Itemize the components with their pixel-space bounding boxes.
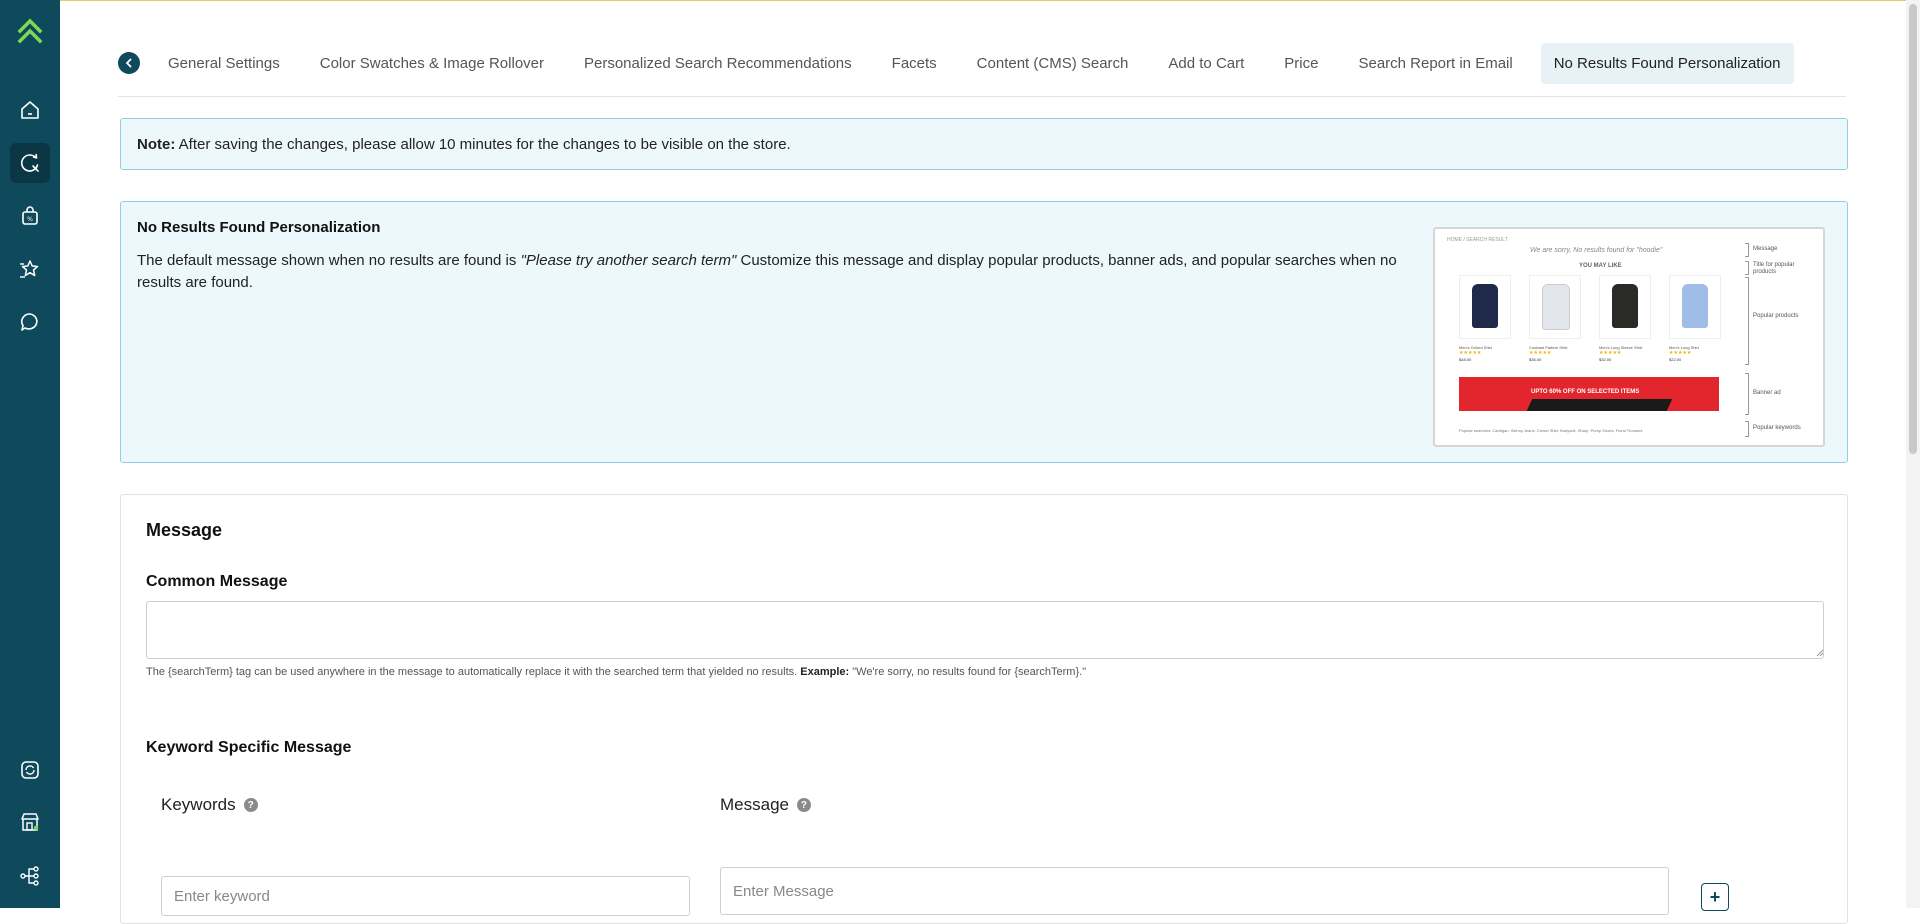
message-column-label: Message ? xyxy=(720,795,811,815)
page-scrollbar[interactable] xyxy=(1906,0,1920,908)
preview-product-stars: ★★★★★ xyxy=(1669,350,1692,356)
info-title: No Results Found Personalization xyxy=(137,219,381,236)
info-desc-default-message: "Please try another search term" xyxy=(520,252,737,269)
sidebar-item-store[interactable] xyxy=(10,802,50,842)
tab-color-swatches[interactable]: Color Swatches & Image Rollover xyxy=(308,45,556,82)
preview-banner-ad: UPTO 60% OFF ON SELECTED ITEMS xyxy=(1459,377,1719,411)
preview-product-price: $48.00 xyxy=(1459,357,1472,362)
chat-bubble-icon xyxy=(20,313,38,331)
sidebar-item-sync[interactable] xyxy=(10,750,50,790)
shirt-image xyxy=(1472,284,1498,328)
keywords-column-label: Keywords ? xyxy=(161,795,258,815)
sidebar-item-home[interactable] xyxy=(10,90,50,130)
sidebar-item-star[interactable] xyxy=(10,249,50,289)
preview-banner-text: UPTO 60% OFF ON SELECTED ITEMS xyxy=(1531,389,1640,395)
help-example: "We're sorry, no results found for {sear… xyxy=(849,666,1087,678)
preview-bracket xyxy=(1745,261,1749,275)
app-logo-icon[interactable] xyxy=(13,14,47,48)
preview-product-stars: ★★★★★ xyxy=(1529,350,1552,356)
scrollbar-thumb[interactable] xyxy=(1909,4,1917,454)
preview-bracket xyxy=(1745,277,1749,365)
shirt-image xyxy=(1612,284,1638,328)
preview-breadcrumb: HOME / SEARCH RESULT xyxy=(1447,237,1508,243)
top-accent-line xyxy=(0,0,1920,1)
store-icon xyxy=(21,813,39,831)
message-heading: Message xyxy=(146,520,223,540)
message-card: Message Common Message The {searchTerm} … xyxy=(120,494,1848,924)
shopping-bag-icon: % xyxy=(22,206,38,225)
help-example-label: Example: xyxy=(800,666,850,678)
preview-bracket xyxy=(1745,373,1749,415)
tabs-divider xyxy=(118,96,1846,97)
preview-popular-searches: Popular searches: Cardigan, Skinny Jeans… xyxy=(1459,428,1643,433)
preview-product xyxy=(1599,275,1651,339)
preview-product xyxy=(1459,275,1511,339)
chevron-left-icon xyxy=(125,58,132,68)
sidebar-item-bag[interactable]: % xyxy=(10,196,50,236)
keyword-input[interactable] xyxy=(161,876,690,916)
preview-label-message: Message xyxy=(1753,246,1778,252)
preview-label-products: Popular products xyxy=(1753,313,1799,319)
info-description: The default message shown when no result… xyxy=(137,250,1397,294)
home-icon xyxy=(21,101,39,119)
tab-personalized-search[interactable]: Personalized Search Recommendations xyxy=(572,45,864,82)
help-icon[interactable]: ? xyxy=(796,798,811,812)
tab-add-to-cart[interactable]: Add to Cart xyxy=(1156,45,1256,82)
search-refresh-icon xyxy=(20,153,39,172)
preview-label-keywords: Popular keywords xyxy=(1753,425,1801,431)
tab-facets[interactable]: Facets xyxy=(880,45,949,82)
preview-product xyxy=(1529,275,1581,339)
message-label-text: Message xyxy=(720,795,789,814)
tab-general-settings[interactable]: General Settings xyxy=(156,45,292,82)
settings-tabs: General Settings Color Swatches & Image … xyxy=(118,42,1846,84)
note-label: Note: xyxy=(137,136,176,153)
preview-image: HOME / SEARCH RESULT We are sorry, No re… xyxy=(1433,227,1825,447)
preview-bracket xyxy=(1745,243,1749,257)
help-text: The {searchTerm} tag can be used anywher… xyxy=(146,666,801,678)
info-panel: No Results Found Personalization The def… xyxy=(120,201,1848,463)
preview-label-banner: Banner ad xyxy=(1753,390,1781,396)
keywords-label-text: Keywords xyxy=(161,795,236,814)
preview-product-price: $22.00 xyxy=(1669,357,1682,362)
note-text: After saving the changes, please allow 1… xyxy=(175,136,791,153)
sidebar-item-hierarchy[interactable] xyxy=(10,856,50,896)
shirt-image xyxy=(1542,284,1570,330)
common-message-textarea[interactable] xyxy=(146,601,1824,659)
star-list-icon xyxy=(20,260,39,278)
preview-product xyxy=(1669,275,1721,339)
shirt-image xyxy=(1682,284,1708,328)
tab-search-report-email[interactable]: Search Report in Email xyxy=(1346,45,1524,82)
svg-text:%: % xyxy=(27,216,33,223)
preview-label-title: Title for popular products xyxy=(1753,262,1795,275)
resize-grip-icon[interactable] xyxy=(1816,649,1824,657)
preview-product-stars: ★★★★★ xyxy=(1459,350,1482,356)
sidebar-item-search[interactable] xyxy=(10,143,50,183)
help-icon[interactable]: ? xyxy=(243,798,258,812)
add-row-button[interactable]: + xyxy=(1701,883,1729,911)
back-button[interactable] xyxy=(118,52,140,74)
preview-bracket xyxy=(1745,421,1749,437)
preview-product-price: $32.00 xyxy=(1599,357,1612,362)
common-message-help: The {searchTerm} tag can be used anywher… xyxy=(146,666,1086,678)
preview-title: YOU MAY LIKE xyxy=(1579,263,1622,269)
preview-message: We are sorry, No results found for "hood… xyxy=(1530,247,1663,254)
note-banner: Note: After saving the changes, please a… xyxy=(120,118,1848,170)
sync-icon xyxy=(21,761,39,779)
tab-no-results-personalization[interactable]: No Results Found Personalization xyxy=(1540,42,1794,84)
hierarchy-icon xyxy=(20,866,39,886)
sidebar-item-chat[interactable] xyxy=(10,302,50,342)
info-desc-prefix: The default message shown when no result… xyxy=(137,252,521,269)
sidebar: % xyxy=(0,0,60,908)
preview-product-stars: ★★★★★ xyxy=(1599,350,1622,356)
preview-product-price: $36.00 xyxy=(1529,357,1542,362)
tab-price[interactable]: Price xyxy=(1272,45,1330,82)
banner-stripe xyxy=(1525,399,1673,411)
common-message-label: Common Message xyxy=(146,573,288,590)
keyword-message-heading: Keyword Specific Message xyxy=(146,739,352,756)
tab-content-search[interactable]: Content (CMS) Search xyxy=(965,45,1141,82)
